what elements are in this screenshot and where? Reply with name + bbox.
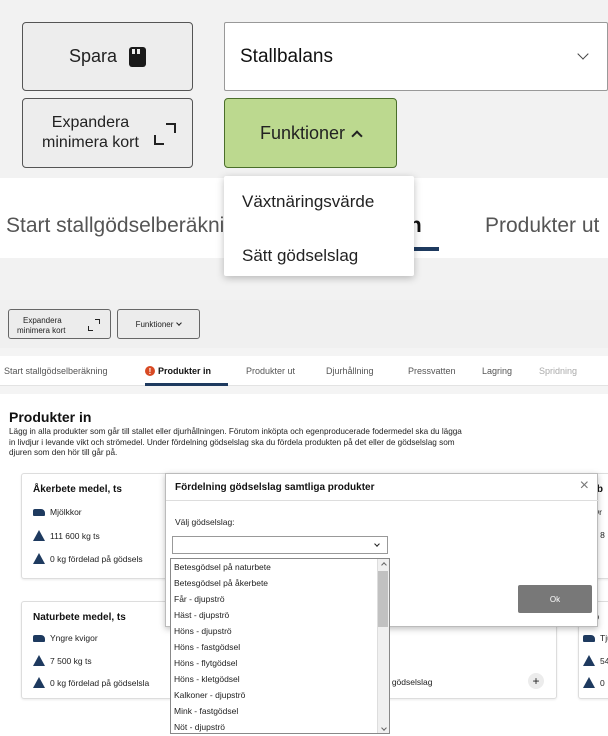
pile-icon <box>33 530 45 541</box>
menu-item-satt-godselslag[interactable]: Sätt gödselslag <box>242 246 358 266</box>
cow-icon <box>583 634 595 642</box>
ok-button[interactable]: Ok <box>518 585 592 613</box>
tab-spridning: Spridning <box>539 366 578 376</box>
expand-label: Expandera minimera kort <box>42 113 139 153</box>
sd-card-icon <box>129 46 147 67</box>
scrollbar-thumb[interactable] <box>378 571 388 627</box>
add-button[interactable]: + <box>528 673 544 689</box>
pile-icon <box>583 677 595 688</box>
pile-icon <box>33 677 45 688</box>
toolbar: Expandera minimera kort Funktioner <box>0 300 608 348</box>
menu-item-vaxtnaringsvarde[interactable]: Växtnäringsvärde <box>242 192 374 212</box>
dropdown-option[interactable]: Höns - kletgödsel <box>174 674 240 684</box>
chevron-up-icon <box>351 129 363 142</box>
product-distributed-row: 0 <box>583 677 605 688</box>
expand-line1-small: Expandera <box>23 316 62 325</box>
close-icon[interactable]: × <box>580 477 589 495</box>
dropdown-option[interactable]: Mink - fastgödsel <box>174 706 238 716</box>
tab-pressvatten[interactable]: Pressvatten <box>408 366 456 376</box>
modal-title: Fördelning gödselslag samtliga produkter <box>175 482 375 493</box>
dropdown-option[interactable]: Höns - fastgödsel <box>174 642 240 652</box>
dropdown-option[interactable]: Betesgödsel på naturbete <box>174 562 271 572</box>
pile-icon <box>33 553 45 564</box>
dropdown-option[interactable]: Kalkoner - djupströ <box>174 690 245 700</box>
cow-icon <box>33 508 45 516</box>
error-icon: ! <box>145 366 155 376</box>
dropdown-option[interactable]: Höns - flytgödsel <box>174 658 237 668</box>
zoomed-toolbar-panel: Spara Expandera minimera kort Stallbalan… <box>0 0 608 300</box>
product-animal: Mjölkkor <box>50 507 82 517</box>
functions-button-small[interactable]: Funktioner <box>117 309 200 339</box>
tab-produkter-ut-zoomed[interactable]: Produkter ut <box>485 214 599 238</box>
product-distributed: 0 kg fördelad på gödsels <box>50 553 143 564</box>
dropdown-scrollbar[interactable] <box>377 559 389 733</box>
manure-type-select[interactable] <box>172 536 388 554</box>
dropdown-option[interactable]: Betesgödsel på åkerbete <box>174 578 268 588</box>
save-label: Spara <box>68 46 118 66</box>
product-amount-row: 7 500 kg ts <box>33 655 92 666</box>
chevron-down-icon <box>577 48 589 60</box>
product-animal-row: Tju <box>583 633 608 643</box>
product-distributed: 0 <box>600 677 605 688</box>
view-select[interactable]: Stallbalans <box>224 22 608 91</box>
dropdown-option[interactable]: Häst - djupströ <box>174 610 229 620</box>
expand-label-line2: minimera kort <box>42 134 139 151</box>
save-button[interactable]: Spara <box>22 22 193 91</box>
chevron-down-icon <box>374 541 380 547</box>
tab-djurhallning[interactable]: Djurhållning <box>326 366 374 376</box>
dropdown-option[interactable]: Höns - djupströ <box>174 626 232 636</box>
tab-produkter-ut[interactable]: Produkter ut <box>246 366 295 376</box>
tab-start-zoomed[interactable]: Start stallgödselberäkni <box>6 214 224 238</box>
product-animal-row: Yngre kvigor <box>33 633 98 643</box>
expand-minimize-button[interactable]: Expandera minimera kort <box>22 98 193 168</box>
select-label: Välj gödselslag: <box>175 517 235 527</box>
product-distributed-row: 0 kg fördelad på gödsels <box>33 553 143 564</box>
product-animal: Yngre kvigor <box>50 633 98 643</box>
tab-lagring[interactable]: Lagring <box>482 366 512 376</box>
product-amount-row: 111 600 kg ts <box>33 530 100 541</box>
functions-label-small: Funktioner <box>135 319 174 329</box>
expand-icon <box>152 121 178 147</box>
scroll-up-icon[interactable] <box>381 562 387 568</box>
expand-icon <box>88 319 100 331</box>
product-amount: 54 <box>600 655 608 666</box>
functions-button[interactable]: Funktioner <box>224 98 397 168</box>
section-description: Lägg in alla produkter som går till stal… <box>9 427 462 457</box>
cow-icon <box>33 634 45 642</box>
app-screen: Expandera minimera kort Funktioner Start… <box>0 300 608 736</box>
product-card-title: Naturbete medel, ts <box>33 612 126 623</box>
chevron-down-icon <box>176 319 183 326</box>
product-distributed-row: 0 kg fördelad på gödselsla <box>33 677 149 688</box>
dropdown-option[interactable]: Nöt - djupströ <box>174 722 225 732</box>
product-animal-row: Mjölkkor <box>33 507 82 517</box>
pile-icon <box>583 655 595 666</box>
product-animal: Tju <box>600 633 608 643</box>
product-amount: 7 500 kg ts <box>50 655 92 666</box>
section-title: Produkter in <box>9 409 92 425</box>
modal-divider <box>166 500 599 501</box>
product-amount-row: 54 <box>583 655 608 666</box>
tab-start[interactable]: Start stallgödselberäkning <box>4 366 108 376</box>
expand-minimize-button-small[interactable]: Expandera minimera kort <box>8 309 111 339</box>
product-card-title: Åkerbete medel, ts <box>33 484 122 495</box>
manure-type-dropdown: Betesgödsel på naturbete Betesgödsel på … <box>170 558 390 734</box>
functions-label: Funktioner <box>259 122 346 143</box>
scroll-down-icon[interactable] <box>381 725 387 731</box>
tab-bar: Start stallgödselberäkning ! Produkter i… <box>0 356 608 386</box>
product-amount: 111 600 kg ts <box>50 530 100 541</box>
expand-line2-small: minimera kort <box>17 326 66 335</box>
view-select-value: Stallbalans <box>240 45 333 67</box>
tab-produkter-in[interactable]: ! Produkter in <box>145 366 211 376</box>
active-tab-indicator <box>145 383 228 386</box>
expand-label-small: Expandera minimera kort <box>17 316 65 336</box>
pile-icon <box>33 655 45 666</box>
dropdown-option[interactable]: Får - djupströ <box>174 594 225 604</box>
tab-produkter-in-label: Produkter in <box>158 366 212 376</box>
expand-label-line1: Expandera <box>51 114 130 131</box>
product-distributed: 0 kg fördelad på gödselsla <box>50 677 150 688</box>
functions-menu: Växtnäringsvärde Sätt gödselslag <box>224 176 414 276</box>
